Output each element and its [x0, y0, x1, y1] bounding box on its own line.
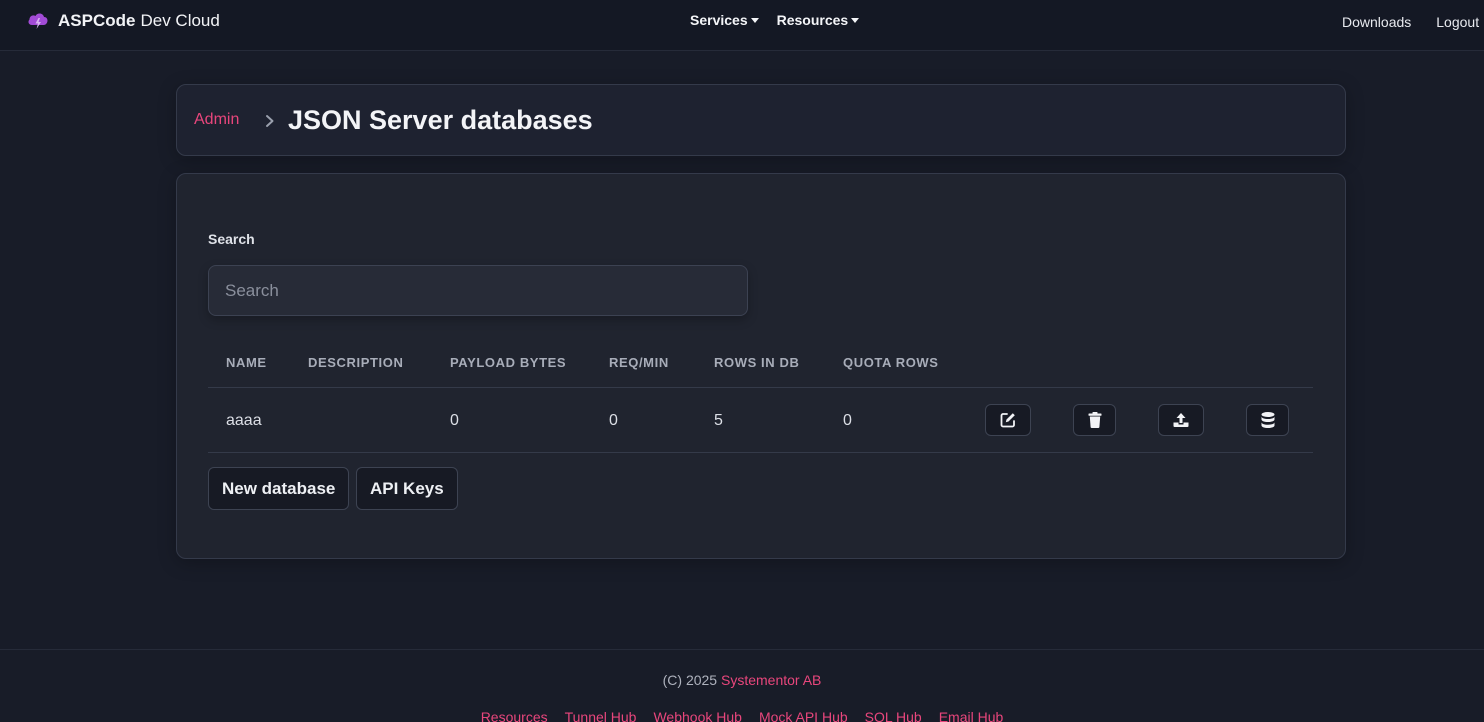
column-header-quota-rows: QUOTA ROWS	[843, 355, 939, 370]
cell-payload-bytes: 0	[450, 412, 459, 429]
databases-panel: Search NAME DESCRIPTION PAYLOAD BYTES RE…	[176, 173, 1346, 559]
services-menu[interactable]: Services	[690, 12, 759, 28]
footer: (C) 2025 Systementor AB Resources Tunnel…	[0, 649, 1484, 722]
resources-menu[interactable]: Resources	[777, 12, 860, 28]
page-title: JSON Server databases	[288, 105, 593, 135]
brand-name-rest: Dev Cloud	[140, 11, 220, 30]
cell-name: aaaa	[226, 412, 262, 429]
chevron-right-icon	[263, 113, 277, 129]
database-button[interactable]	[1246, 404, 1289, 436]
column-header-rows-in-db: ROWS IN DB	[714, 355, 800, 370]
cloud-bolt-logo-icon	[26, 9, 50, 33]
trash-icon	[1087, 411, 1103, 429]
table-divider	[208, 452, 1313, 453]
services-menu-label: Services	[690, 12, 748, 28]
column-header-payload-bytes: PAYLOAD BYTES	[450, 355, 567, 370]
delete-button[interactable]	[1073, 404, 1116, 436]
top-navbar: ASPCode Dev Cloud Services Resources Down…	[0, 0, 1484, 51]
main-menu: Services Resources	[690, 12, 860, 28]
column-header-description: DESCRIPTION	[308, 355, 404, 370]
footer-link-email-hub[interactable]: Email Hub	[939, 709, 1004, 722]
upload-icon	[1172, 411, 1190, 429]
cell-quota-rows: 0	[843, 412, 852, 429]
downloads-link[interactable]: Downloads	[1342, 14, 1411, 30]
upload-button[interactable]	[1158, 404, 1204, 436]
column-header-req-min: REQ/MIN	[609, 355, 669, 370]
cell-rows-in-db: 5	[714, 412, 723, 429]
logout-link[interactable]: Logout	[1436, 14, 1479, 30]
brand-name-bold: ASPCode	[58, 11, 136, 30]
table-divider	[208, 387, 1313, 388]
edit-button[interactable]	[985, 404, 1031, 436]
column-header-name: NAME	[226, 355, 267, 370]
footer-link-resources[interactable]: Resources	[481, 709, 548, 722]
company-link[interactable]: Systementor AB	[721, 672, 821, 688]
footer-links: Resources Tunnel Hub Webhook Hub Mock AP…	[0, 709, 1484, 722]
brand-link[interactable]: ASPCode Dev Cloud	[26, 9, 220, 33]
user-menu: Downloads Logout	[1342, 14, 1479, 30]
footer-link-mock-api-hub[interactable]: Mock API Hub	[759, 709, 848, 722]
new-database-button[interactable]: New database	[208, 467, 350, 510]
search-input[interactable]	[208, 265, 748, 316]
caret-down-icon	[750, 18, 759, 23]
api-keys-button[interactable]: API Keys	[356, 467, 458, 510]
search-label: Search	[208, 231, 255, 247]
footer-link-tunnel-hub[interactable]: Tunnel Hub	[565, 709, 637, 722]
copyright-text: (C) 2025	[662, 672, 718, 688]
footer-link-sql-hub[interactable]: SQL Hub	[865, 709, 922, 722]
footer-link-webhook-hub[interactable]: Webhook Hub	[653, 709, 741, 722]
edit-icon	[999, 411, 1017, 429]
database-icon	[1260, 411, 1276, 429]
copyright: (C) 2025 Systementor AB	[0, 672, 1484, 688]
caret-down-icon	[851, 18, 860, 23]
breadcrumb-admin-link[interactable]: Admin	[194, 111, 239, 129]
cell-req-min: 0	[609, 412, 618, 429]
resources-menu-label: Resources	[776, 12, 849, 28]
breadcrumb: Admin JSON Server databases	[176, 84, 1346, 156]
